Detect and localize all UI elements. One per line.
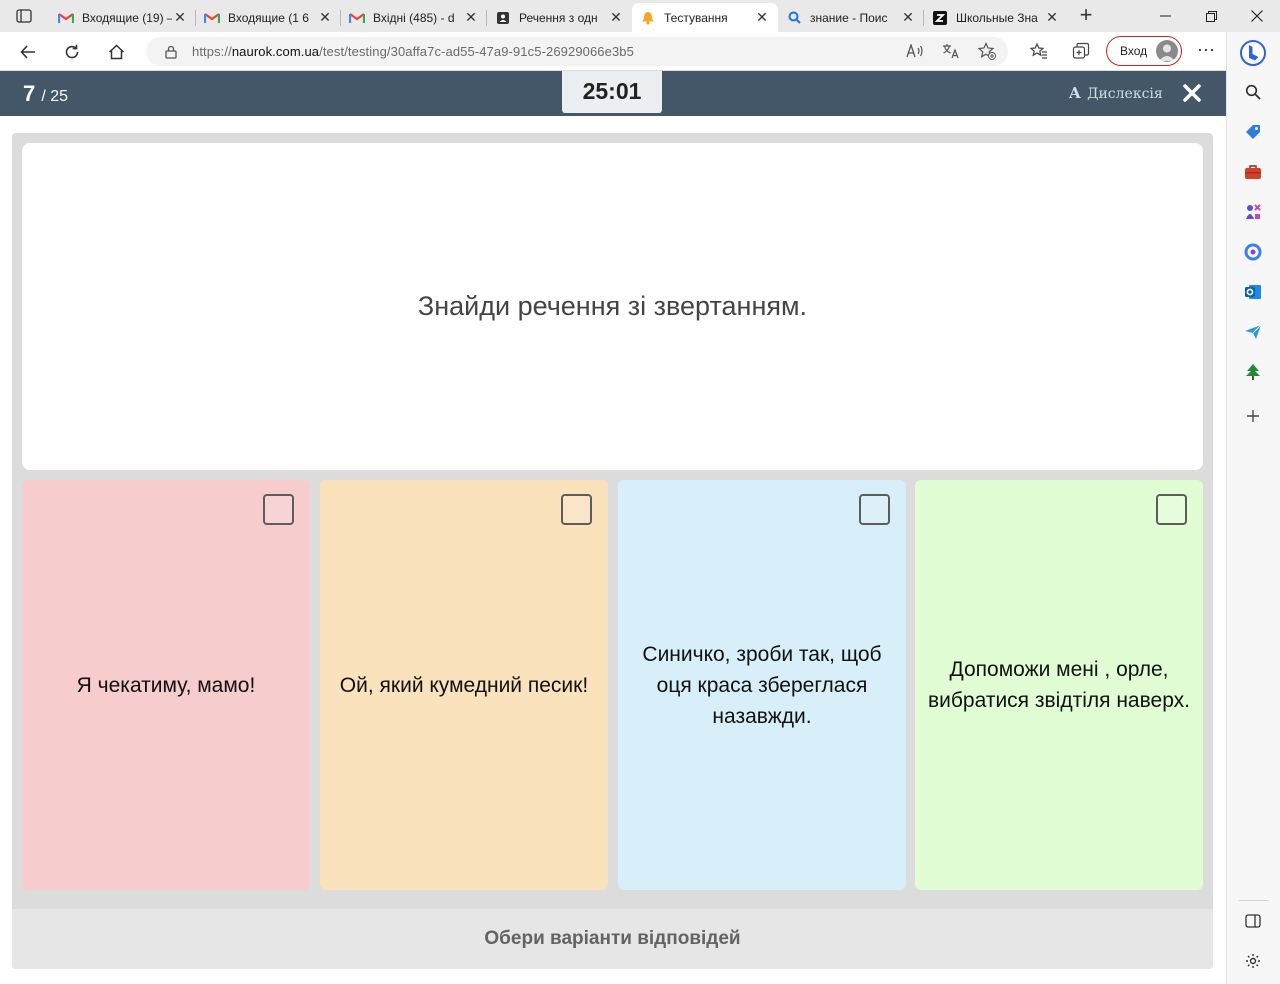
tab-gmail-1[interactable]: Входящие (19) – ✕ — [50, 3, 196, 32]
tab-title: Тестування — [664, 10, 728, 25]
home-button[interactable] — [102, 38, 130, 66]
answer-option-3[interactable]: Синичко, зроби так, щоб оця краса зберег… — [618, 480, 906, 890]
tree-icon[interactable] — [1241, 360, 1265, 384]
current-question-number: 7 — [23, 81, 36, 106]
back-button[interactable] — [14, 38, 42, 66]
answer-text: Допоможи мені , орле, вибратися звідтіля… — [928, 658, 1190, 712]
browser-toolbar: https://naurok.com.ua/test/testing/30aff… — [0, 32, 1226, 71]
tab-title: Вхідні (485) - d — [373, 10, 455, 25]
microsoft-365-icon[interactable] — [1241, 240, 1265, 264]
tools-briefcase-icon[interactable] — [1241, 160, 1265, 184]
answer-checkbox[interactable] — [859, 494, 890, 525]
send-icon[interactable] — [1241, 320, 1265, 344]
add-favorite-icon[interactable] — [974, 38, 1000, 64]
answer-text: Я чекатиму, мамо! — [76, 673, 256, 697]
answer-option-4[interactable]: Допоможи мені , орле, вибратися звідтіля… — [915, 480, 1203, 890]
answer-text: Синичко, зроби так, щоб оця краса зберег… — [642, 642, 882, 728]
add-icon[interactable] — [1241, 404, 1265, 428]
font-a-icon: A — [1069, 84, 1081, 102]
settings-gear-icon[interactable] — [1241, 949, 1265, 973]
sign-in-label: Вход — [1120, 44, 1148, 58]
url-text: https://naurok.com.ua/test/testing/30aff… — [192, 44, 634, 59]
page-content: 7 / 25 25:01 A Дислексія Знайди речення … — [0, 71, 1226, 984]
more-options-button[interactable]: ⋯ — [1194, 40, 1218, 64]
tab-title: Речення з одн — [519, 10, 598, 25]
tab-gmail-3[interactable]: Вхідні (485) - d ✕ — [341, 3, 487, 32]
choose-answers-bar[interactable]: Обери варіанти відповідей — [12, 909, 1213, 969]
answer-checkbox[interactable] — [263, 494, 294, 525]
translate-icon[interactable] — [938, 38, 964, 64]
shopping-tag-icon[interactable] — [1241, 120, 1265, 144]
tab-title: Школьные Зна — [956, 10, 1038, 25]
avatar — [1156, 40, 1178, 62]
naurok-bell-icon — [640, 10, 656, 26]
answer-option-1[interactable]: Я чекатиму, мамо! — [22, 480, 310, 890]
tab-znanija[interactable]: Школьные Зна ✕ — [924, 3, 1068, 32]
answer-checkbox[interactable] — [561, 494, 592, 525]
close-tab-icon[interactable]: ✕ — [608, 9, 624, 26]
lock-icon — [164, 45, 178, 59]
tab-title: знание - Поис — [810, 10, 888, 25]
test-header: 7 / 25 25:01 A Дислексія — [0, 71, 1226, 116]
answer-option-2[interactable]: Ой, який кумедний песик! — [320, 480, 608, 890]
countdown-timer: 25:01 — [562, 71, 662, 113]
znanija-icon — [932, 10, 948, 26]
close-tab-icon[interactable]: ✕ — [900, 9, 916, 26]
refresh-button[interactable] — [58, 38, 86, 66]
browser-tab-strip: Входящие (19) – ✕ Входящие (1 6 ✕ Вхідні… — [0, 0, 1280, 32]
close-tab-icon[interactable]: ✕ — [317, 9, 333, 26]
quiz-panel: Знайди речення зі звертанням. Я чекатиму… — [12, 133, 1213, 969]
close-tab-icon[interactable]: ✕ — [754, 9, 770, 26]
question-counter: 7 / 25 — [23, 81, 68, 107]
question-text: Знайди речення зі звертанням. — [22, 143, 1203, 470]
bing-copilot-icon[interactable] — [1238, 38, 1268, 68]
tab-search[interactable]: знание - Поис ✕ — [778, 3, 924, 32]
address-bar[interactable]: https://naurok.com.ua/test/testing/30aff… — [146, 37, 1008, 66]
close-tab-icon[interactable]: ✕ — [172, 9, 188, 26]
close-tab-icon[interactable]: ✕ — [463, 9, 479, 26]
restore-button[interactable] — [1188, 0, 1234, 32]
gmail-icon — [58, 10, 74, 26]
tab-rechennia[interactable]: Речення з одн ✕ — [487, 3, 632, 32]
minimize-button[interactable] — [1142, 0, 1188, 32]
answer-checkbox[interactable] — [1156, 494, 1187, 525]
search-icon — [786, 10, 802, 26]
edge-sidebar — [1226, 32, 1280, 984]
contact-card-icon — [495, 10, 511, 26]
games-chess-icon[interactable] — [1241, 200, 1265, 224]
close-window-button[interactable] — [1234, 0, 1280, 32]
gmail-icon — [349, 10, 365, 26]
answer-text: Ой, який кумедний песик! — [339, 673, 589, 697]
read-aloud-icon[interactable] — [902, 38, 928, 64]
search-icon[interactable] — [1241, 80, 1265, 104]
dyslexia-toggle[interactable]: A Дислексія — [1069, 84, 1163, 102]
tab-title: Входящие (19) – — [82, 10, 172, 25]
gmail-icon — [204, 10, 220, 26]
new-tab-button[interactable]: + — [1074, 4, 1098, 28]
outlook-icon[interactable] — [1241, 280, 1265, 304]
dyslexia-label: Дислексія — [1087, 86, 1163, 102]
sidebar-toggle-icon[interactable] — [1241, 909, 1265, 933]
tab-actions-icon[interactable] — [8, 5, 40, 27]
sign-in-button[interactable]: Вход — [1106, 36, 1182, 66]
tab-title: Входящие (1 6 — [228, 10, 309, 25]
favorites-icon[interactable] — [1026, 38, 1052, 64]
tab-testuvannia[interactable]: Тестування ✕ — [632, 3, 778, 32]
close-tab-icon[interactable]: ✕ — [1044, 9, 1060, 26]
total-questions: / 25 — [41, 88, 69, 105]
tab-gmail-2[interactable]: Входящие (1 6 ✕ — [196, 3, 341, 32]
collections-icon[interactable] — [1068, 38, 1094, 64]
close-test-icon[interactable] — [1180, 81, 1204, 105]
